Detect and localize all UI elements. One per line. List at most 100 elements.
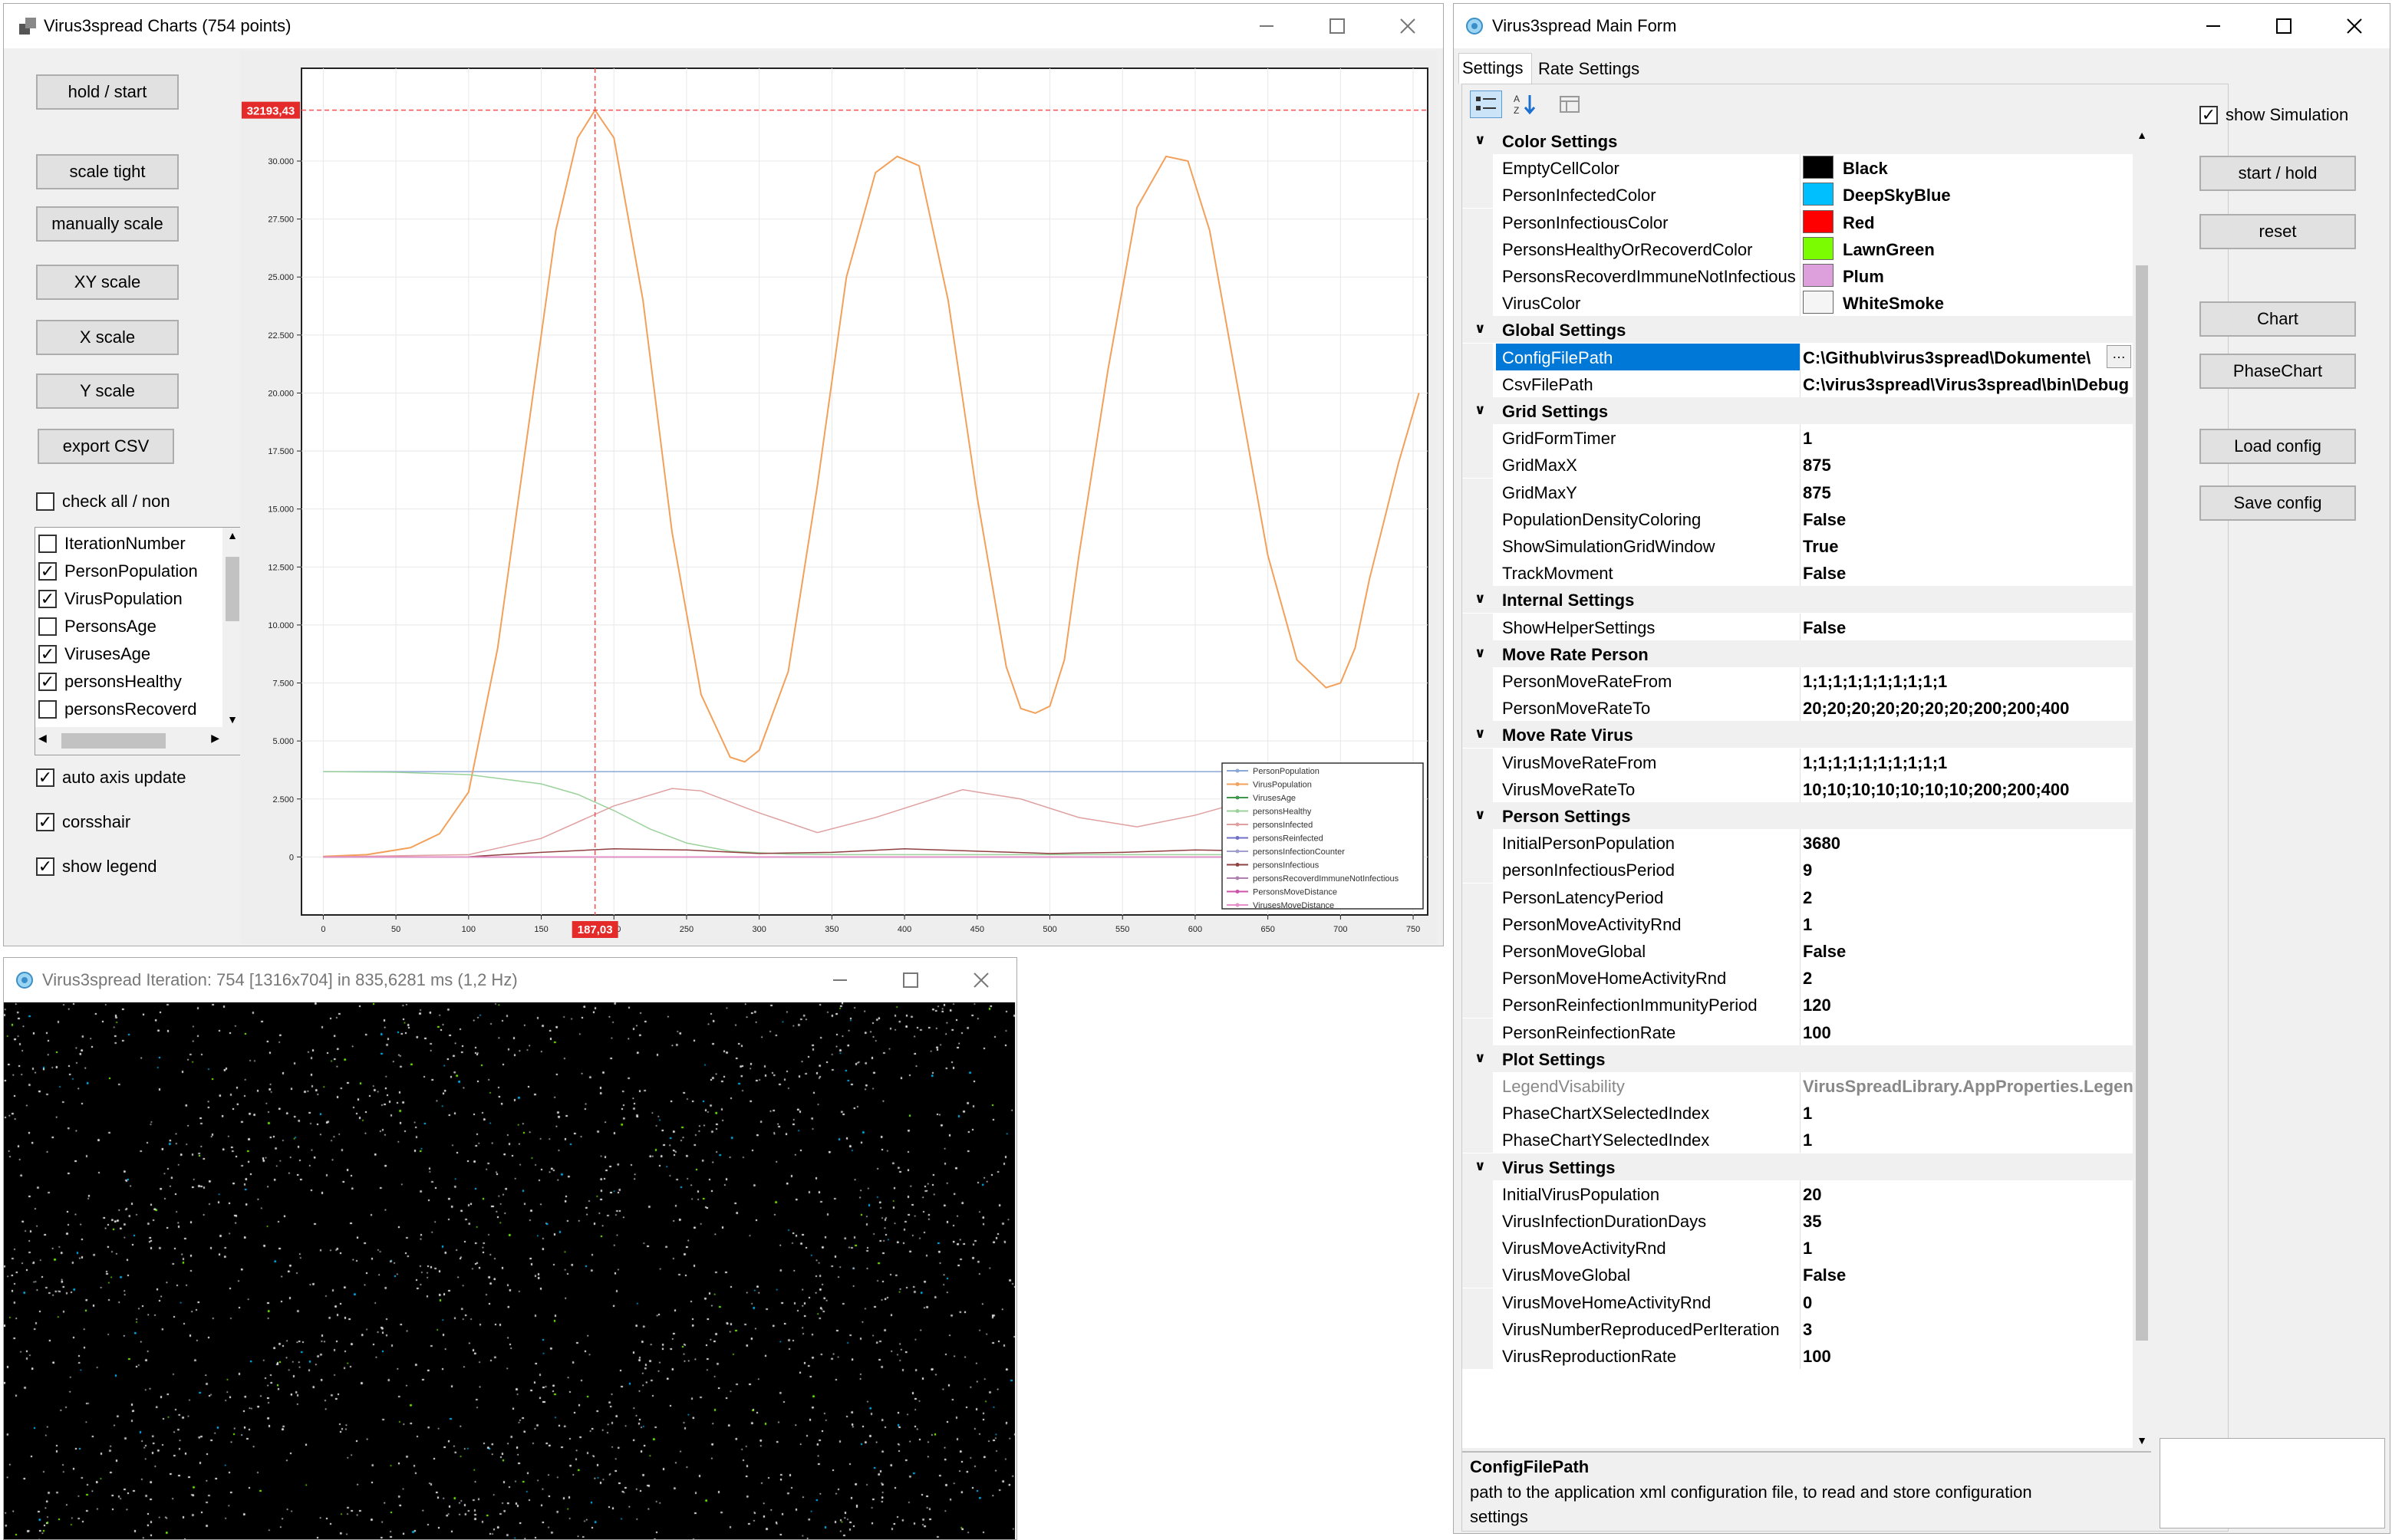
property-row[interactable]: PersonInfectiousColor Red xyxy=(1462,208,2148,235)
checkbox-box[interactable]: ✓ xyxy=(36,857,54,876)
property-value[interactable]: 20;20;20;20;20;20;20;200;200;400 xyxy=(1803,699,2133,719)
checkbox-box[interactable] xyxy=(36,492,54,511)
property-row[interactable]: InitialPersonPopulation 3680 xyxy=(1462,829,2148,857)
property-row[interactable]: CsvFilePath C:\virus3spread\Virus3spread\… xyxy=(1462,370,2148,397)
hold-start-button[interactable]: hold / start xyxy=(36,74,179,110)
iteration-titlebar[interactable]: Virus3spread Iteration: 754 [1316x704] i… xyxy=(4,958,1016,1002)
series-list-item[interactable]: ✓ personsHealthy xyxy=(38,672,182,692)
checkbox-box[interactable]: ✓ xyxy=(36,768,54,787)
collapse-chevron-icon[interactable]: ∨ xyxy=(1474,807,1486,823)
property-category[interactable]: ∨ Internal Settings xyxy=(1462,586,2148,614)
property-value[interactable]: False xyxy=(1803,618,2133,638)
collapse-chevron-icon[interactable]: ∨ xyxy=(1474,132,1486,148)
property-value[interactable]: DeepSkyBlue xyxy=(1843,186,2133,206)
auto-axis-update-checkbox[interactable]: ✓ auto axis update xyxy=(36,768,186,788)
ellipsis-button[interactable]: … xyxy=(2107,344,2131,368)
property-value[interactable]: Plum xyxy=(1843,267,2133,287)
property-value[interactable]: 1;1;1;1;1;1;1;1;1;1 xyxy=(1803,672,2133,692)
check-all-checkbox[interactable]: check all / non xyxy=(36,492,170,512)
chart-panel[interactable]: 0 2.500 5.000 7.500 10.000 12.500 15.000 17.500… xyxy=(240,51,1437,944)
property-row[interactable]: GridMaxY 875 xyxy=(1462,478,2148,505)
start-hold-button[interactable]: start / hold xyxy=(2199,156,2356,191)
property-row[interactable]: ShowHelperSettings False xyxy=(1462,613,2148,640)
series-list-item[interactable]: ✓ VirusPopulation xyxy=(38,589,183,609)
property-value[interactable]: 10;10;10;10;10;10;10;200;200;400 xyxy=(1803,780,2133,800)
collapse-chevron-icon[interactable]: ∨ xyxy=(1474,402,1486,418)
property-value[interactable]: 875 xyxy=(1803,456,2133,475)
scroll-thumb-h[interactable] xyxy=(61,733,166,749)
property-value[interactable]: 1 xyxy=(1803,1239,2133,1259)
horizontal-scrollbar[interactable]: ◀ ▶ xyxy=(35,727,242,755)
property-value[interactable]: 9 xyxy=(1803,860,2133,880)
property-row[interactable]: GridMaxX 875 xyxy=(1462,451,2148,479)
collapse-chevron-icon[interactable]: ∨ xyxy=(1474,321,1486,337)
collapse-chevron-icon[interactable]: ∨ xyxy=(1474,645,1486,661)
property-value[interactable]: 1;1;1;1;1;1;1;1;1;1 xyxy=(1803,753,2133,773)
collapse-chevron-icon[interactable]: ∨ xyxy=(1474,1158,1486,1174)
property-row[interactable]: PersonMoveActivityRnd 1 xyxy=(1462,910,2148,937)
property-value[interactable]: 1 xyxy=(1803,1104,2133,1124)
property-row[interactable]: PhaseChartXSelectedIndex 1 xyxy=(1462,1099,2148,1127)
series-list-item[interactable]: ✓ PersonPopulation xyxy=(38,561,198,581)
scroll-down-icon[interactable]: ▼ xyxy=(2133,1434,2151,1446)
property-row[interactable]: VirusInfectionDurationDays 35 xyxy=(1462,1207,2148,1234)
manually-scale-button[interactable]: manually scale xyxy=(36,206,179,242)
scale-tight-button[interactable]: scale tight xyxy=(36,154,179,189)
property-row[interactable]: VirusNumberReproducedPerIteration 3 xyxy=(1462,1315,2148,1342)
show-simulation-checkbox[interactable]: ✓ show Simulation xyxy=(2199,105,2348,125)
checkbox-box[interactable] xyxy=(38,700,57,719)
series-list-item[interactable]: ✓ VirusesAge xyxy=(38,644,150,664)
log-box[interactable] xyxy=(2160,1438,2385,1528)
checkbox-box[interactable]: ✓ xyxy=(38,644,57,663)
maximize-icon[interactable] xyxy=(2249,4,2319,48)
property-row[interactable]: PhaseChartYSelectedIndex 1 xyxy=(1462,1126,2148,1153)
property-value[interactable]: Red xyxy=(1843,213,2133,233)
property-category[interactable]: ∨ Global Settings xyxy=(1462,316,2148,344)
property-row[interactable]: personInfectiousPeriod 9 xyxy=(1462,856,2148,884)
minimize-icon[interactable] xyxy=(805,958,875,1002)
property-row[interactable]: PersonMoveGlobal False xyxy=(1462,937,2148,964)
property-value[interactable]: 2 xyxy=(1803,888,2133,908)
property-value[interactable]: VirusSpreadLibrary.AppProperties.Legend xyxy=(1803,1077,2133,1097)
collapse-chevron-icon[interactable]: ∨ xyxy=(1474,591,1486,607)
minimize-icon[interactable] xyxy=(1231,4,1302,48)
property-row[interactable]: ShowSimulationGridWindow True xyxy=(1462,532,2148,559)
checkbox-box[interactable]: ✓ xyxy=(38,589,57,608)
property-row[interactable]: PersonsRecoverdImmuneNotInfectious Plum xyxy=(1462,262,2148,289)
property-row[interactable]: PersonMoveRateTo 20;20;20;20;20;20;20;200… xyxy=(1462,694,2148,722)
property-row[interactable]: VirusMoveGlobal False xyxy=(1462,1261,2148,1288)
property-value[interactable]: False xyxy=(1803,1265,2133,1285)
property-value[interactable]: 3680 xyxy=(1803,834,2133,854)
close-icon[interactable] xyxy=(1372,4,1443,48)
property-row[interactable]: PersonInfectedColor DeepSkyBlue xyxy=(1462,181,2148,209)
checkbox-box[interactable]: ✓ xyxy=(38,561,57,581)
checkbox-box[interactable]: ✓ xyxy=(38,672,57,691)
property-row[interactable]: LegendVisability VirusSpreadLibrary.AppPr… xyxy=(1462,1072,2148,1099)
reset-button[interactable]: reset xyxy=(2199,214,2356,249)
tab-rate-settings[interactable]: Rate Settings xyxy=(1535,56,1642,84)
property-value[interactable]: 1 xyxy=(1803,1130,2133,1150)
series-list-item[interactable]: personsRecoverd xyxy=(38,699,196,719)
checkbox-box[interactable]: ✓ xyxy=(36,812,54,831)
property-value[interactable]: 35 xyxy=(1803,1212,2133,1232)
property-category[interactable]: ∨ Move Rate Virus xyxy=(1462,721,2148,749)
property-row[interactable]: VirusMoveActivityRnd 1 xyxy=(1462,1234,2148,1262)
property-row[interactable]: VirusMoveRateTo 10;10;10;10;10;10;10;200;… xyxy=(1462,775,2148,802)
property-value[interactable]: WhiteSmoke xyxy=(1843,294,2133,314)
property-value[interactable]: 100 xyxy=(1803,1023,2133,1043)
property-row[interactable]: PersonMoveHomeActivityRnd 2 xyxy=(1462,964,2148,992)
property-value[interactable]: 875 xyxy=(1803,483,2133,503)
property-value[interactable]: LawnGreen xyxy=(1843,240,2133,260)
property-row[interactable]: PersonMoveRateFrom 1;1;1;1;1;1;1;1;1;1 xyxy=(1462,667,2148,694)
property-row[interactable]: InitialVirusPopulation 20 xyxy=(1462,1180,2148,1207)
collapse-chevron-icon[interactable]: ∨ xyxy=(1474,1050,1486,1066)
property-row[interactable]: VirusMoveHomeActivityRnd 0 xyxy=(1462,1288,2148,1315)
scroll-left-icon[interactable]: ◀ xyxy=(38,732,47,745)
property-value[interactable]: 120 xyxy=(1803,995,2133,1015)
grid-scrollbar[interactable]: ▲ ▼ xyxy=(2133,127,2151,1448)
close-icon[interactable] xyxy=(2319,4,2390,48)
chart-button[interactable]: Chart xyxy=(2199,301,2356,337)
line-chart[interactable]: 0 2.500 5.000 7.500 10.000 12.500 15.000 17.500… xyxy=(240,51,1437,944)
scroll-right-icon[interactable]: ▶ xyxy=(211,732,219,745)
property-value[interactable]: True xyxy=(1803,537,2133,557)
